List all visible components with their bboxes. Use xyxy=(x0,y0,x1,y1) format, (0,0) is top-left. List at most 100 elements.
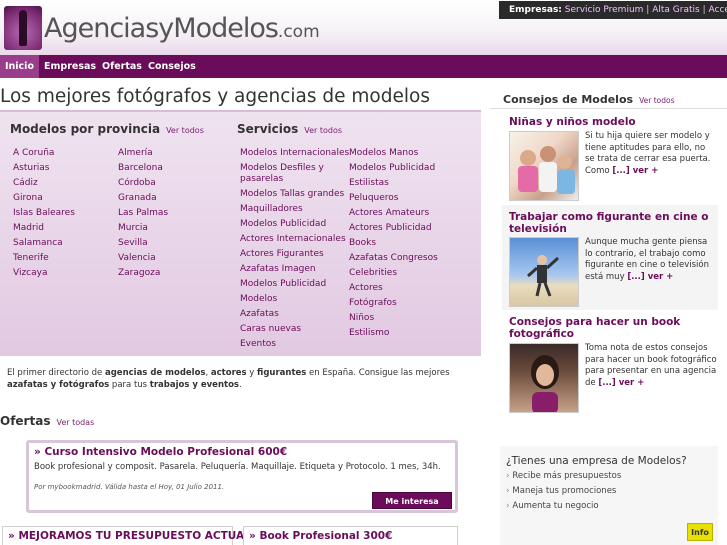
article-excerpt: Toma nota de estos consejos para hacer u… xyxy=(585,343,717,388)
article-excerpt: Aunque mucha gente piensa lo contrario, … xyxy=(585,237,709,282)
servicio-link[interactable]: Modelos Publicidad xyxy=(240,219,326,230)
servicio-link[interactable]: Azafatas Imagen xyxy=(240,264,316,275)
me-interesa-button[interactable]: Me interesa xyxy=(372,492,452,509)
offer-card[interactable]: » MEJORAMOS TU PRESUPUESTO ACTUAL xyxy=(2,526,251,545)
consejos-heading: Consejos de Modelos Ver todos xyxy=(503,93,675,106)
provincia-link[interactable]: Asturias xyxy=(13,163,49,174)
empresa-promo-box: ¿Tienes una empresa de Modelos? › Recibe … xyxy=(500,446,718,545)
provincia-link[interactable]: Córdoba xyxy=(118,178,156,189)
arrow-icon: › xyxy=(506,501,510,511)
servicio-link[interactable]: Celebrities xyxy=(349,268,397,279)
article-card: Trabajar como figurante en cine o televi… xyxy=(502,205,718,310)
offer-card-title[interactable]: » Book Profesional 300€ xyxy=(249,530,392,542)
provincia-link[interactable]: Islas Baleares xyxy=(13,208,75,219)
alta-gratis-link[interactable]: Alta Gratis xyxy=(652,5,699,15)
provincia-link[interactable]: Salamanca xyxy=(13,238,63,249)
servicio-link[interactable]: Modelos xyxy=(240,294,277,305)
servicio-link[interactable]: Modelos Desfiles y pasarelas xyxy=(240,163,344,185)
article-thumbnail[interactable] xyxy=(509,131,579,201)
provincia-link[interactable]: Vizcaya xyxy=(13,268,48,279)
provincia-link[interactable]: Cádiz xyxy=(13,178,38,189)
servicio-link[interactable]: Modelos Manos xyxy=(349,148,418,159)
promo-title: ¿Tienes una empresa de Modelos? xyxy=(506,455,687,467)
main-nav: Inicio Empresas Ofertas Consejos xyxy=(0,55,727,78)
servicio-link[interactable]: Modelos Publicidad xyxy=(240,279,326,290)
servicio-link[interactable]: Actores Amateurs xyxy=(349,208,429,219)
servicio-link[interactable]: Niños xyxy=(349,313,374,324)
servicio-link[interactable]: Books xyxy=(349,238,376,249)
divider xyxy=(490,108,727,109)
nav-empresas[interactable]: Empresas xyxy=(39,55,101,78)
ofertas-ver-todas-link[interactable]: Ver todas xyxy=(56,418,94,427)
article-title-link[interactable]: Niñas y niños modelo xyxy=(509,116,714,128)
servicio-link[interactable]: Actores xyxy=(349,283,383,294)
offer-title-link[interactable]: » Curso Intensivo Modelo Profesional 600… xyxy=(34,446,287,458)
provincias-ver-todos-link[interactable]: Ver todos xyxy=(166,126,204,135)
nav-inicio[interactable]: Inicio xyxy=(0,55,39,78)
servicio-link[interactable]: Fotógrafos xyxy=(349,298,397,309)
nav-ofertas[interactable]: Ofertas xyxy=(97,55,147,78)
promo-list-item: › Maneja tus promociones xyxy=(506,486,617,496)
article-card: Consejos para hacer un book fotográfico … xyxy=(502,316,718,416)
promo-list-item: › Aumenta tu negocio xyxy=(506,501,599,511)
offer-card-title[interactable]: » MEJORAMOS TU PRESUPUESTO ACTUAL xyxy=(8,530,251,542)
servicio-link[interactable]: Estilistas xyxy=(349,178,389,189)
provincia-link[interactable]: Madrid xyxy=(13,223,44,234)
provincia-link[interactable]: A Coruña xyxy=(13,148,54,159)
servicio-link[interactable]: Modelos Publicidad xyxy=(349,163,435,174)
provincia-link[interactable]: Las Palmas xyxy=(118,208,168,219)
provincia-link[interactable]: Tenerife xyxy=(13,253,49,264)
ver-mas-link[interactable]: [...] ver + xyxy=(612,166,658,176)
provincia-link[interactable]: Sevilla xyxy=(118,238,148,249)
servicio-link[interactable]: Modelos Internacionales xyxy=(240,148,349,159)
promo-list-item: › Recibe más presupuestos xyxy=(506,471,622,481)
article-excerpt: Si tu hija quiere ser modelo y tiene apt… xyxy=(585,131,711,176)
servicio-link[interactable]: Azafatas Congresos xyxy=(349,253,438,264)
arrow-icon: › xyxy=(506,471,510,481)
logo-model-silhouette-icon[interactable] xyxy=(4,6,42,50)
provincias-heading: Modelos por provincia Ver todos xyxy=(10,122,204,136)
provincia-link[interactable]: Almería xyxy=(118,148,153,159)
intro-text: El primer directorio de agencias de mode… xyxy=(7,368,450,390)
ver-mas-link[interactable]: [...] ver + xyxy=(598,378,644,388)
servicio-link[interactable]: Actores Figurantes xyxy=(240,249,324,260)
provincia-link[interactable]: Girona xyxy=(13,193,43,204)
article-thumbnail[interactable] xyxy=(509,237,579,307)
servicio-link[interactable]: Azafatas xyxy=(240,309,279,320)
provincia-link[interactable]: Zaragoza xyxy=(118,268,160,279)
site-logo[interactable]: AgenciasyModelos.com xyxy=(44,13,320,44)
empresas-label: Empresas: xyxy=(509,5,562,15)
article-title-link[interactable]: Trabajar como figurante en cine o televi… xyxy=(509,211,714,235)
servicio-link[interactable]: Actores Internacionales xyxy=(240,234,346,245)
servicio-link[interactable]: Peluqueros xyxy=(349,193,399,204)
servicio-link[interactable]: Caras nuevas xyxy=(240,324,301,335)
acceso-link[interactable]: Acceso xyxy=(709,5,727,15)
provincia-link[interactable]: Barcelona xyxy=(118,163,163,174)
directory-panel: Modelos por provincia Ver todos Servicios… xyxy=(0,110,481,356)
page-title: Los mejores fotógrafos y agencias de mod… xyxy=(0,86,430,107)
article-thumbnail[interactable] xyxy=(509,343,579,413)
offer-meta: Por mybookmadrid. Válida hasta el Hoy, 0… xyxy=(34,483,225,491)
servicio-premium-link[interactable]: Servicio Premium xyxy=(565,5,644,15)
offer-description: Book profesional y composit. Pasarela. P… xyxy=(34,462,441,472)
servicios-heading: Servicios Ver todos xyxy=(237,122,343,136)
featured-offer: » Curso Intensivo Modelo Profesional 600… xyxy=(26,440,458,513)
ofertas-heading: Ofertas Ver todas xyxy=(0,414,95,428)
servicio-link[interactable]: Actores Publicidad xyxy=(349,223,432,234)
article-title-link[interactable]: Consejos para hacer un book fotográfico xyxy=(509,316,714,340)
servicio-link[interactable]: Maquilladores xyxy=(240,204,303,215)
offer-card[interactable]: » Book Profesional 300€ xyxy=(243,526,458,545)
consejos-ver-todos-link[interactable]: Ver todos xyxy=(639,96,674,105)
provincia-link[interactable]: Murcia xyxy=(118,223,148,234)
servicio-link[interactable]: Modelos Tallas grandes xyxy=(240,189,344,200)
arrow-icon: › xyxy=(506,486,510,496)
empresas-bar: Empresas: Servicio Premium | Alta Gratis… xyxy=(499,1,727,19)
ver-mas-link[interactable]: [...] ver + xyxy=(627,272,673,282)
provincia-link[interactable]: Granada xyxy=(118,193,157,204)
info-button[interactable]: Info xyxy=(687,523,713,541)
provincia-link[interactable]: Valencia xyxy=(118,253,156,264)
servicio-link[interactable]: Estilismo xyxy=(349,328,389,339)
servicio-link[interactable]: Eventos xyxy=(240,339,276,350)
servicios-ver-todos-link[interactable]: Ver todos xyxy=(304,126,342,135)
nav-consejos[interactable]: Consejos xyxy=(143,55,201,78)
